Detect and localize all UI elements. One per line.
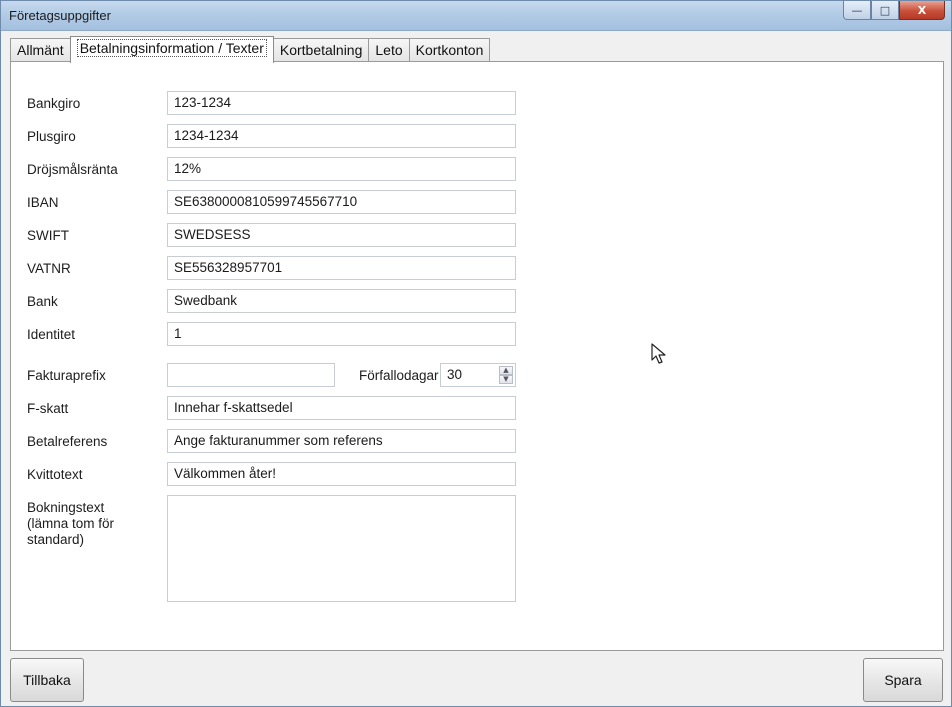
minimize-icon: — bbox=[851, 3, 863, 17]
close-button[interactable]: X bbox=[899, 1, 945, 20]
identitet-label: Identitet bbox=[27, 327, 76, 342]
kvittotext-label: Kvittotext bbox=[27, 467, 83, 482]
tab-betalningsinformation-label: Betalningsinformation / Texter bbox=[76, 39, 267, 57]
plusgiro-label: Plusgiro bbox=[27, 129, 76, 144]
identitet-input[interactable]: 1 bbox=[167, 322, 516, 346]
maximize-icon: □ bbox=[879, 3, 891, 17]
kvittotext-input[interactable]: Välkommen åter! bbox=[167, 462, 516, 486]
tab-allmant[interactable]: Allmänt bbox=[10, 38, 71, 62]
window-title: Företagsuppgifter bbox=[9, 8, 111, 23]
bokningstext-textarea[interactable] bbox=[167, 495, 516, 602]
close-icon: X bbox=[917, 3, 927, 17]
bank-input[interactable]: Swedbank bbox=[167, 289, 516, 313]
vatnr-input[interactable]: SE556328957701 bbox=[167, 256, 516, 280]
tab-leto[interactable]: Leto bbox=[368, 38, 410, 62]
forfallodagar-value: 30 bbox=[447, 367, 463, 382]
stepper-up-icon[interactable]: ▲ bbox=[499, 366, 513, 375]
window-controls: — □ X bbox=[843, 1, 945, 21]
tab-betalningsinformation[interactable]: Betalningsinformation / Texter bbox=[69, 36, 274, 63]
fskatt-input[interactable]: Innehar f-skattsedel bbox=[167, 396, 516, 420]
betalreferens-label: Betalreferens bbox=[27, 434, 108, 449]
plusgiro-input[interactable]: 1234-1234 bbox=[167, 124, 516, 148]
tab-kortbetalning[interactable]: Kortbetalning bbox=[272, 38, 370, 62]
tab-bar: Allmänt Betalningsinformation / Texter K… bbox=[10, 36, 491, 63]
fakturaprefix-label: Fakturaprefix bbox=[27, 368, 106, 383]
stepper-buttons: ▲ ▼ bbox=[499, 366, 513, 384]
bank-label: Bank bbox=[27, 294, 58, 309]
stepper-down-icon[interactable]: ▼ bbox=[499, 375, 513, 384]
title-bar[interactable]: Företagsuppgifter — □ X bbox=[1, 1, 951, 31]
fskatt-label: F-skatt bbox=[27, 401, 69, 416]
swift-label: SWIFT bbox=[27, 228, 69, 243]
iban-label: IBAN bbox=[27, 195, 59, 210]
drojsmalsranta-input[interactable]: 12% bbox=[167, 157, 516, 181]
save-button[interactable]: Spara bbox=[863, 658, 943, 702]
maximize-button[interactable]: □ bbox=[871, 1, 899, 20]
company-info-window: Företagsuppgifter — □ X Allmänt Betalnin… bbox=[0, 0, 952, 707]
bokningstext-label: Bokningstext (lämna tom för standard) bbox=[27, 500, 115, 547]
drojsmalsranta-label: Dröjsmålsränta bbox=[27, 162, 118, 177]
back-button[interactable]: Tillbaka bbox=[10, 658, 84, 702]
tab-panel: Bankgiro 123-1234 Plusgiro 1234-1234 Drö… bbox=[10, 61, 944, 651]
bankgiro-input[interactable]: 123-1234 bbox=[167, 91, 516, 115]
iban-input[interactable]: SE6380000810599745567710 bbox=[167, 190, 516, 214]
vatnr-label: VATNR bbox=[27, 261, 71, 276]
forfallodagar-stepper[interactable]: 30 ▲ ▼ bbox=[440, 363, 516, 387]
forfallodagar-label: Förfallodagar bbox=[359, 368, 439, 383]
bankgiro-label: Bankgiro bbox=[27, 96, 81, 111]
betalreferens-input[interactable]: Ange fakturanummer som referens bbox=[167, 429, 516, 453]
tab-kortkonton[interactable]: Kortkonton bbox=[408, 38, 491, 62]
swift-input[interactable]: SWEDSESS bbox=[167, 223, 516, 247]
mouse-pointer-icon bbox=[651, 343, 666, 364]
fakturaprefix-input[interactable] bbox=[167, 363, 335, 387]
minimize-button[interactable]: — bbox=[843, 1, 871, 20]
